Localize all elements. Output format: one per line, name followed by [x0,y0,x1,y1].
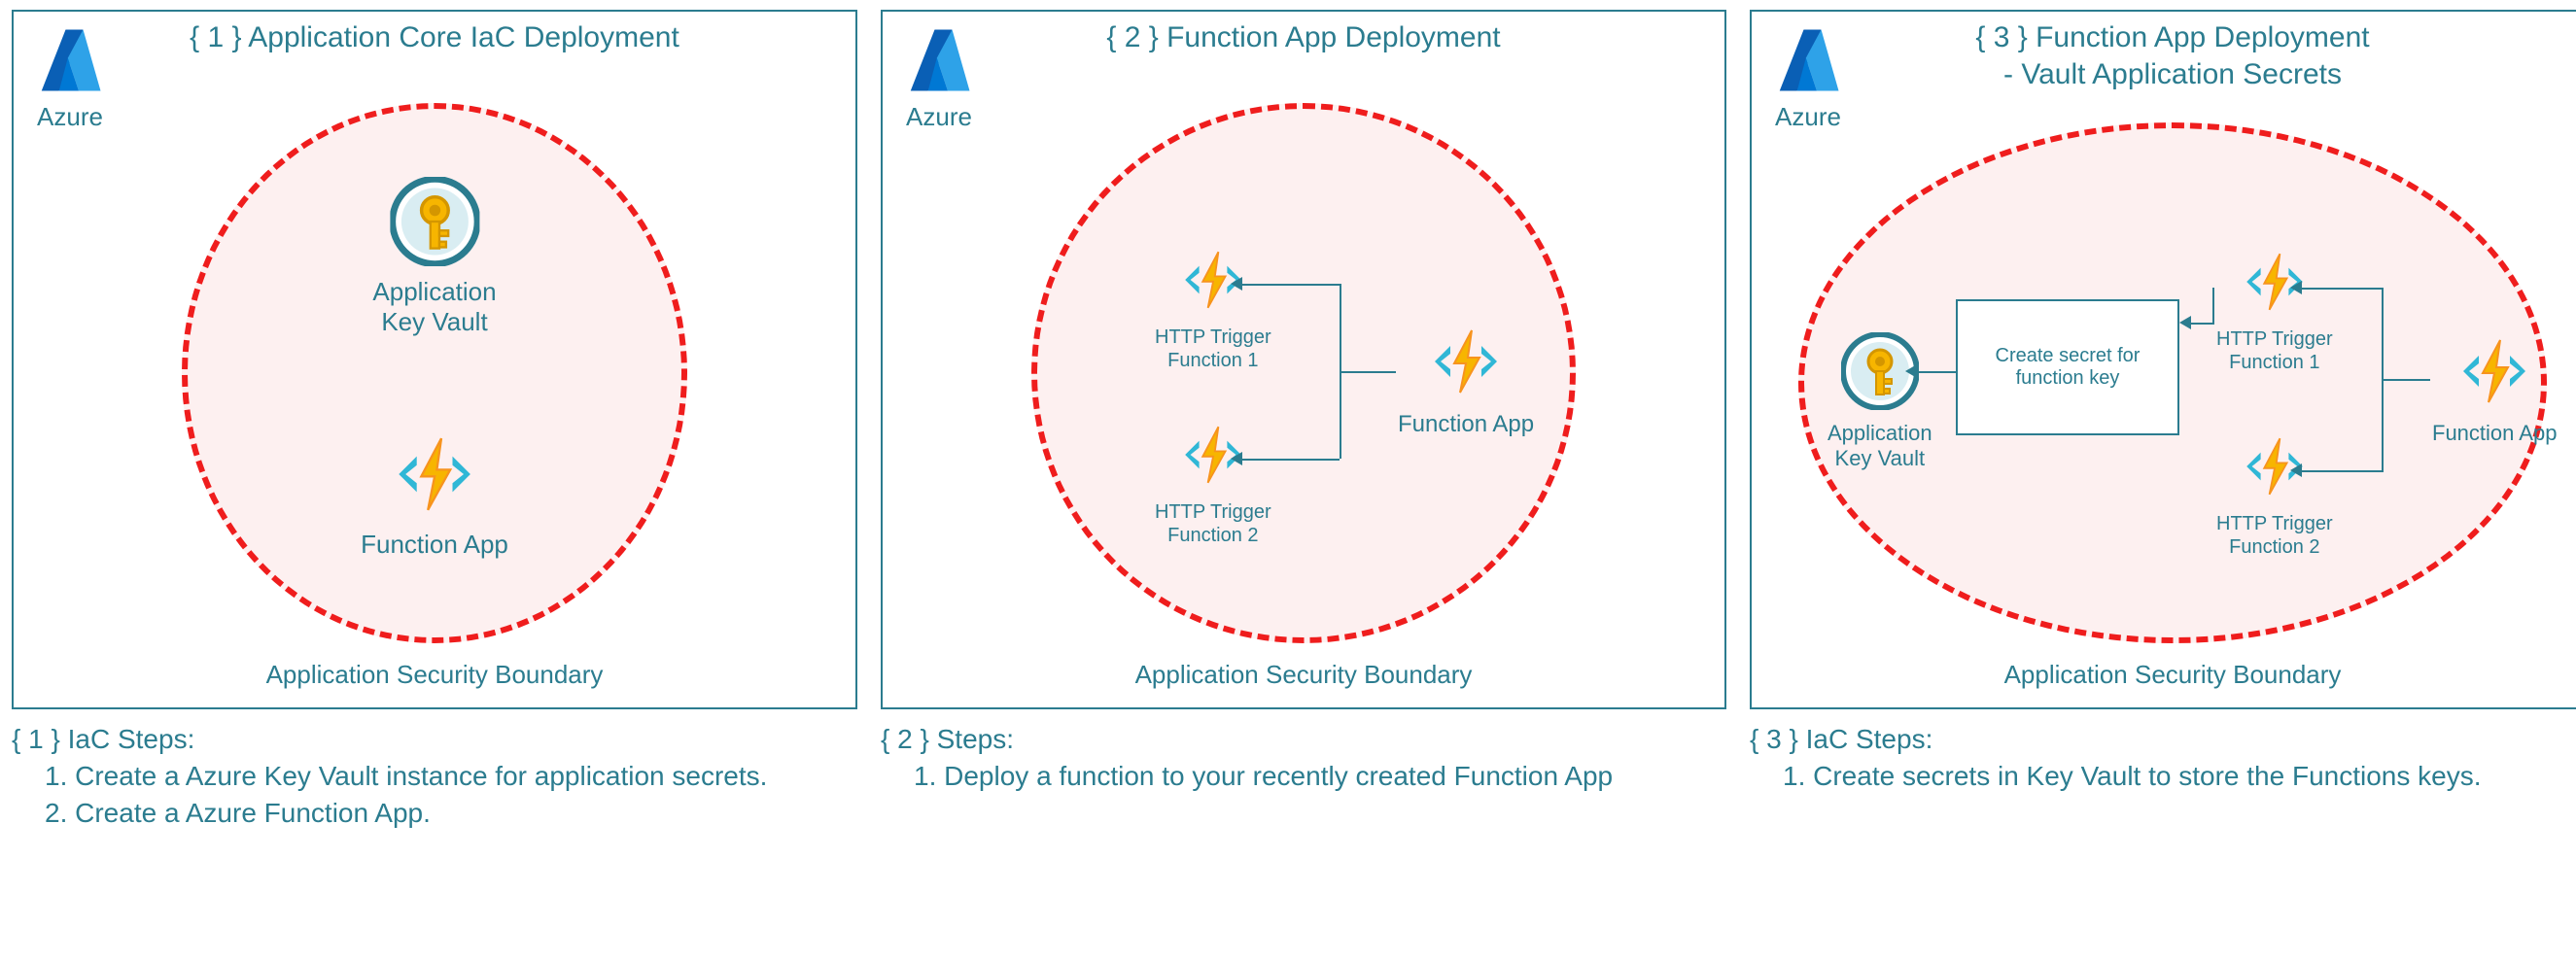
function-app-icon [390,429,479,524]
panel-2-steps: { 2 } Steps: 1. Deploy a function to you… [881,721,1726,795]
connector [2382,379,2430,381]
panel-2-title: { 2 } Function App Deployment [883,19,1724,56]
trigger1-node: HTTP Trigger Function 1 [2216,247,2333,374]
connector [2189,323,2214,325]
boundary-label: Application Security Boundary [14,660,855,690]
boundary-label: Application Security Boundary [883,660,1724,690]
azure-logo-icon [35,25,105,100]
trigger1-label: HTTP Trigger Function 1 [2216,327,2333,374]
funcapp-node: Function App [361,429,508,560]
azure-brand: Azure [1773,25,1843,132]
keyvault-label: Application Key Vault [372,277,496,337]
connector [1242,284,1340,286]
funcapp-label: Function App [1398,411,1534,439]
panel-1-title: { 1 } Application Core IaC Deployment [14,19,855,56]
trigger1-label: HTTP Trigger Function 1 [1155,326,1271,372]
panel-1-steps: { 1 } IaC Steps: 1. Create a Azure Key V… [12,721,857,831]
trigger1-node: HTTP Trigger Function 1 [1155,245,1271,372]
connector [2302,470,2384,472]
step-line: 1. Deploy a function to your recently cr… [881,758,1726,795]
azure-brand: Azure [904,25,974,132]
trigger2-node: HTTP Trigger Function 2 [2216,431,2333,559]
connector [2382,288,2384,470]
funcapp-label: Function App [2432,421,2557,446]
connector [2212,288,2214,323]
arrowhead-icon [2179,316,2191,329]
azure-brand: Azure [35,25,105,132]
panel-3-title: { 3 } Function App Deployment - Vault Ap… [1752,19,2576,92]
boundary-label: Application Security Boundary [1752,660,2576,690]
panel-3-steps: { 3 } IaC Steps: 1. Create secrets in Ke… [1750,721,2576,795]
azure-logo-icon [1773,25,1843,100]
keyvault-label: Application Key Vault [1828,421,1932,472]
key-vault-icon [390,177,479,271]
arrowhead-icon [2290,281,2302,294]
col-panel-3: { 3 } Function App Deployment - Vault Ap… [1750,10,2576,831]
col-panel-2: { 2 } Function App Deployment Azure Appl… [881,10,1726,831]
panel-1: { 1 } Application Core IaC Deployment Az… [12,10,857,709]
create-secret-box: Create secret for function key [1956,299,2179,435]
panel-3: { 3 } Function App Deployment - Vault Ap… [1750,10,2576,709]
azure-label: Azure [37,102,103,132]
connector [1340,371,1396,373]
step-line: 1. Create a Azure Key Vault instance for… [12,758,857,795]
connector [2302,288,2384,290]
trigger2-label: HTTP Trigger Function 2 [1155,500,1271,547]
diagram-row: { 1 } Application Core IaC Deployment Az… [12,10,2564,831]
connector [1917,371,1956,373]
function-app-icon [1427,323,1505,405]
trigger2-label: HTTP Trigger Function 2 [2216,512,2333,559]
connector [1340,284,1341,459]
arrowhead-icon [1905,364,1917,378]
arrowhead-icon [1231,452,1242,465]
arrowhead-icon [1231,277,1242,291]
funcapp-node: Function App [1398,323,1534,439]
arrowhead-icon [2290,463,2302,477]
keyvault-node: Application Key Vault [372,177,496,337]
keyvault-node: Application Key Vault [1828,332,1932,472]
trigger2-node: HTTP Trigger Function 2 [1155,420,1271,547]
funcapp-label: Function App [361,530,508,560]
step-line: 1. Create secrets in Key Vault to store … [1750,758,2576,795]
step-line: 2. Create a Azure Function App. [12,795,857,832]
funcapp-node: Function App [2432,332,2557,446]
steps-header: { 2 } Steps: [881,721,1726,758]
connector [1242,459,1340,461]
steps-header: { 1 } IaC Steps: [12,721,857,758]
col-panel-1: { 1 } Application Core IaC Deployment Az… [12,10,857,831]
panel-2: { 2 } Function App Deployment Azure Appl… [881,10,1726,709]
azure-label: Azure [906,102,972,132]
steps-header: { 3 } IaC Steps: [1750,721,2576,758]
function-app-icon [2455,332,2533,415]
azure-logo-icon [904,25,974,100]
